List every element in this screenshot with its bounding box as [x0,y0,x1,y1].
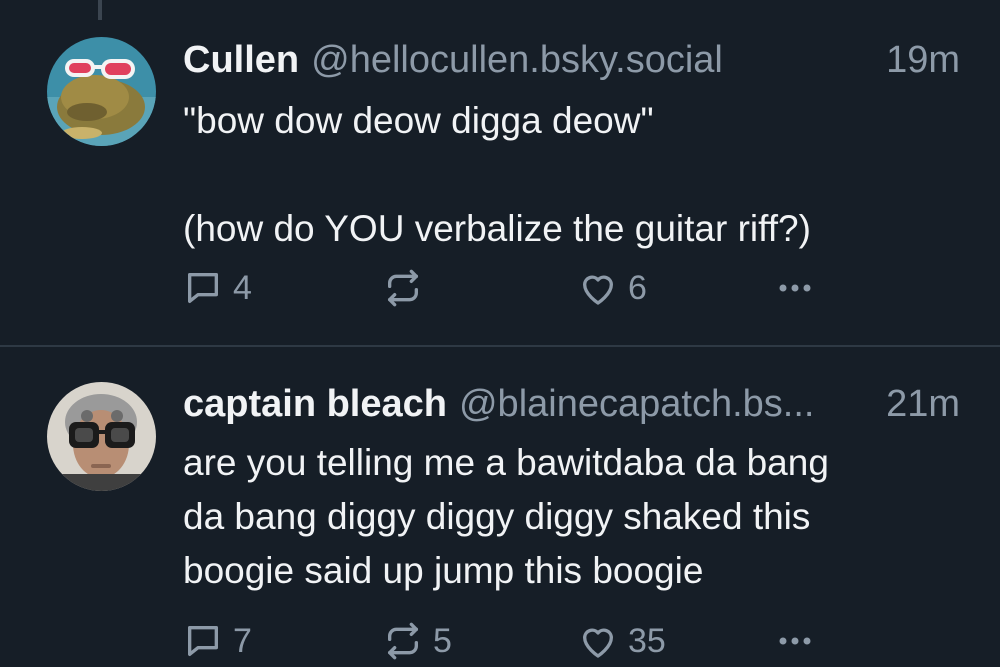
repost-icon [388,269,418,307]
feed: Cullen @hellocullen.bsky.social 19m "bow… [0,0,1000,667]
reply-count: 7 [233,621,252,660]
more-options-icon [779,284,811,292]
post-header: Cullen @hellocullen.bsky.social 19m [183,35,960,85]
repost-icon [388,622,418,660]
repost-button[interactable]: 5 [383,621,452,661]
post-text-line: are you telling me a bawitdaba da bang [183,442,829,483]
avatar[interactable] [47,382,156,491]
more-options-button[interactable] [775,268,815,308]
post-text-line: boogie said up jump this boogie [183,550,704,591]
post-item[interactable]: captain bleach @blainecapatch.bs... 21m … [0,347,1000,667]
post-actions: 7 5 35 [180,621,880,661]
post-text: "bow dow deow digga deow" (how do YOU ve… [183,94,960,256]
post-timestamp[interactable]: 21m [886,379,960,429]
repost-count: 5 [433,621,452,660]
author-handle[interactable]: @blainecapatch.bs... [459,379,876,429]
like-button[interactable]: 35 [578,621,666,661]
post-text-line: "bow dow deow digga deow" [183,100,654,141]
post-header: captain bleach @blainecapatch.bs... 21m [183,379,960,429]
reply-button[interactable]: 7 [183,621,252,661]
reply-count: 4 [233,268,252,307]
reply-icon [188,626,218,656]
heart-icon [583,275,613,305]
post-text-line: (how do YOU verbalize the guitar riff?) [183,208,811,249]
like-count: 35 [628,621,666,660]
reply-button[interactable]: 4 [183,268,252,308]
author-display-name[interactable]: Cullen [183,35,299,85]
author-handle[interactable]: @hellocullen.bsky.social [311,35,876,85]
post-actions: 4 6 [180,268,880,308]
more-options-button[interactable] [775,621,815,661]
like-button[interactable]: 6 [578,268,647,308]
man-avatar-image [47,382,156,491]
post-item[interactable]: Cullen @hellocullen.bsky.social 19m "bow… [0,0,1000,345]
repost-button[interactable] [383,268,433,308]
heart-icon [583,628,613,658]
post-text-line: da bang diggy diggy diggy shaked this [183,496,811,537]
author-display-name[interactable]: captain bleach [183,379,447,429]
frog-avatar-image [47,37,156,146]
post-timestamp[interactable]: 19m [886,35,960,85]
more-options-icon [779,637,811,645]
avatar[interactable] [47,37,156,146]
reply-icon [188,273,218,303]
like-count: 6 [628,268,647,307]
post-text: are you telling me a bawitdaba da bang d… [183,436,960,598]
